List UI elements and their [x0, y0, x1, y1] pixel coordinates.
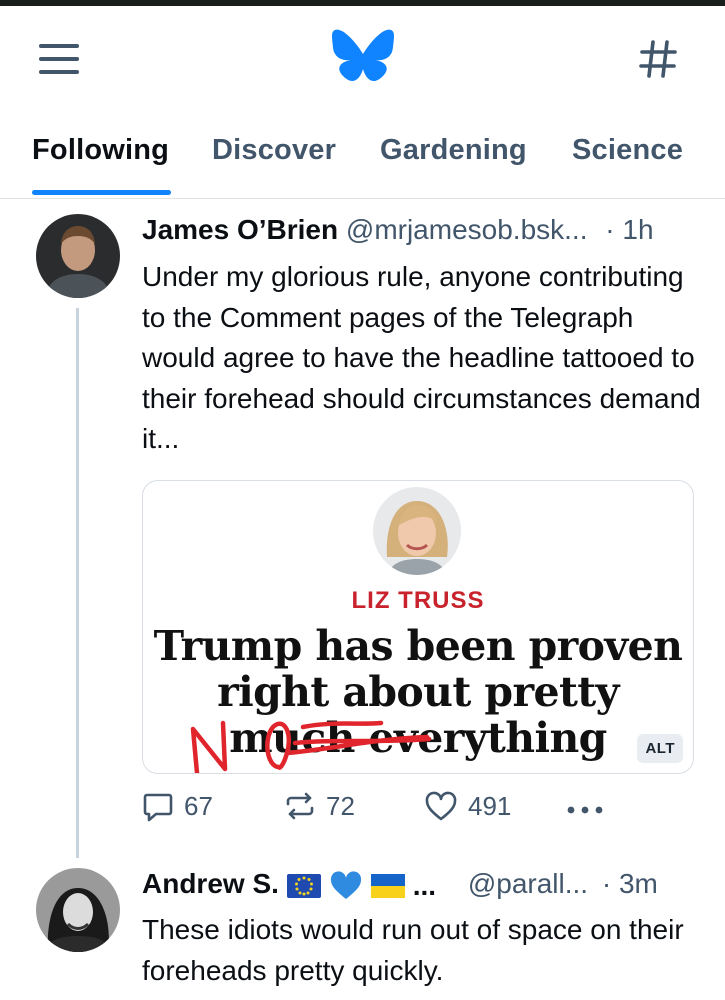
- repost-count: 72: [326, 790, 355, 821]
- reply-count: 67: [184, 790, 213, 821]
- ukraine-flag-icon: [370, 873, 405, 898]
- post-header: James O’Brien @mrjamesob.bsk... · 1h: [142, 214, 654, 246]
- embedded-image[interactable]: LIZ TRUSS Trump has been proven right ab…: [142, 480, 694, 774]
- author-name-truncation: ...: [412, 869, 437, 901]
- post-timestamp[interactable]: · 3m: [602, 868, 658, 899]
- author-emoji-flags: ...: [286, 869, 437, 902]
- hash-icon[interactable]: [636, 38, 680, 80]
- blue-heart-icon: [330, 871, 361, 899]
- author-name[interactable]: James O’Brien: [142, 214, 338, 245]
- red-scribble-annotation: [190, 720, 432, 773]
- tab-discover[interactable]: Discover: [212, 134, 336, 167]
- like-button[interactable]: 491: [424, 790, 511, 822]
- butterfly-logo-icon[interactable]: [330, 28, 396, 88]
- more-options-icon[interactable]: [565, 798, 605, 822]
- repost-button[interactable]: 72: [284, 790, 355, 822]
- alt-text-badge[interactable]: ALT: [637, 734, 683, 763]
- hamburger-menu-icon[interactable]: [36, 40, 82, 78]
- reply-icon: [143, 793, 173, 822]
- tab-gardening[interactable]: Gardening: [380, 134, 527, 167]
- active-tab-indicator: [32, 190, 171, 195]
- like-count: 491: [468, 790, 512, 821]
- author-name[interactable]: Andrew S.: [142, 868, 279, 899]
- avatar[interactable]: [36, 868, 120, 952]
- tab-following[interactable]: Following: [32, 134, 169, 167]
- eu-flag-icon: [286, 873, 321, 898]
- heart-icon: [425, 791, 457, 821]
- post-text: These idiots would run out of space on t…: [142, 914, 684, 986]
- post-header: Andrew S. ... @parall... · 3m: [142, 868, 658, 902]
- headline-author-photo: [373, 487, 461, 575]
- thread-connector-line: [76, 308, 79, 858]
- reply-button[interactable]: 67: [142, 790, 213, 822]
- status-bar-strip: [0, 0, 725, 6]
- author-handle[interactable]: @parall...: [468, 868, 588, 899]
- author-handle[interactable]: @mrjamesob.bsk...: [346, 214, 588, 245]
- post-timestamp[interactable]: · 1h: [605, 214, 653, 245]
- tab-science[interactable]: Science: [572, 134, 683, 167]
- headline-kicker: LIZ TRUSS: [351, 587, 485, 614]
- avatar[interactable]: [36, 214, 120, 298]
- repost-icon: [286, 792, 314, 820]
- feed-tabs: Following Discover Gardening Science: [0, 122, 725, 199]
- post-text: Under my glorious rule, anyone contribut…: [142, 261, 701, 454]
